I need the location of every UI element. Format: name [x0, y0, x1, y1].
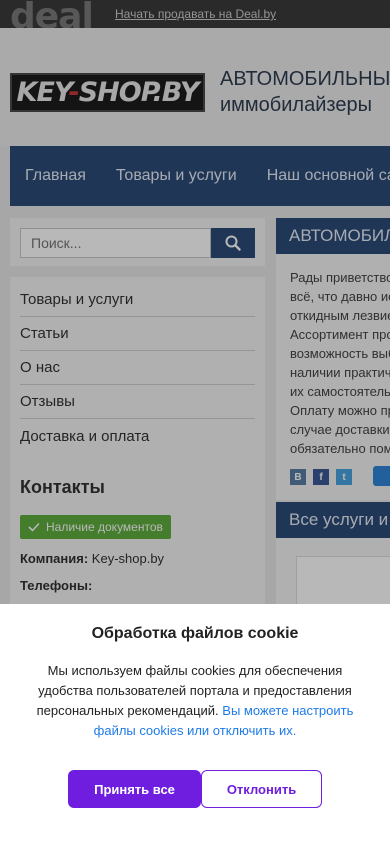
accept-all-button[interactable]: Принять все: [68, 770, 201, 808]
cookie-text: Мы используем файлы cookies для обеспече…: [36, 663, 354, 738]
cookie-title: Обработка файлов cookie: [91, 625, 299, 642]
cookie-banner: Обработка файлов cookie Мы используем фа…: [0, 604, 390, 844]
cookie-buttons: Принять все Отклонить: [68, 770, 322, 808]
reject-button[interactable]: Отклонить: [201, 770, 322, 808]
page-overlay: [0, 0, 390, 604]
